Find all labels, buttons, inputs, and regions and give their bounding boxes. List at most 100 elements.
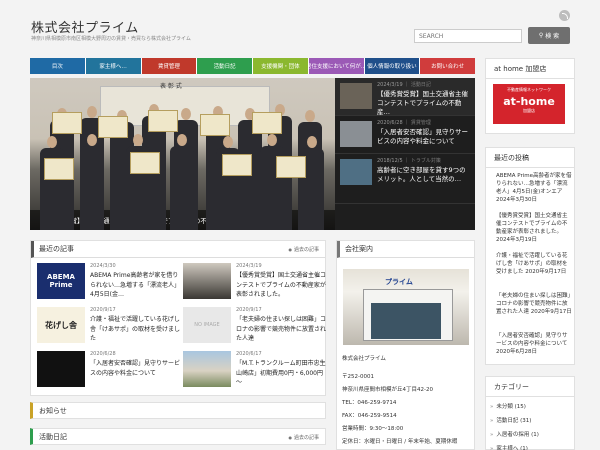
- athome-heading: at home 加盟店: [486, 59, 574, 79]
- rss-icon[interactable]: [559, 10, 570, 21]
- category-item[interactable]: 活動日記 (31): [490, 416, 531, 424]
- company-tel: TEL：046-259-9714: [342, 400, 397, 406]
- slide-date: 2020/6/28: [377, 120, 403, 126]
- slide-list-item[interactable]: 2018/12/5 ｜ トラブル対策 高齢者に空き部屋を貸す9つのメリット。人とし…: [335, 154, 475, 204]
- person-head: [267, 134, 277, 146]
- person: [80, 146, 104, 230]
- nav-item[interactable]: 家主様へ…: [85, 58, 142, 74]
- post-item[interactable]: NO IMAGE 2020/9/17 「老夫婦の住まい探しは困難」コロナの影響で競売…: [183, 307, 329, 349]
- company-heading: 会社案内: [337, 241, 474, 258]
- category-item[interactable]: 家主様へ (1): [490, 444, 528, 450]
- site-title[interactable]: 株式会社プライム: [31, 17, 139, 36]
- sidebar-post[interactable]: 【優秀賞受賞】国土交通省主催コンテストでプライムの不動産家が表彰されました。 2…: [496, 212, 572, 248]
- person-head: [47, 136, 57, 148]
- diary-more-link[interactable]: 過去の記事: [288, 434, 319, 441]
- nav-item[interactable]: お問い合わせ: [420, 58, 475, 74]
- company-address: 神奈川県座間市相模が丘4丁目42-20: [342, 387, 433, 393]
- slide-thumb: [340, 83, 372, 109]
- certificate: [130, 152, 160, 174]
- certificate: [252, 112, 282, 134]
- post-title[interactable]: 「老夫婦の住まい探しは困難」コロナの影響で競売物件に放置された人達: [236, 315, 328, 344]
- slide-date: 2024/3/19: [377, 82, 403, 88]
- post-item[interactable]: 2024/3/19 【優秀賞受賞】国土交通省主催コンテストでプライムの不動産家が表…: [183, 263, 329, 305]
- person-head: [307, 136, 317, 148]
- category-heading: カテゴリー: [486, 377, 574, 397]
- post-item[interactable]: 2020/6/17 「M.T.トランクルーム町田市忠生山崎店」初期費用0円・6,0…: [183, 351, 329, 393]
- global-nav: 目次 家主様へ… 賃貸管理 活動日記 支援機関・団体 居住支援において何が… 個人情報の取り…: [30, 58, 475, 74]
- slide-category: 賃貸管理: [410, 120, 431, 126]
- recent-posts-heading: 最近の投稿: [486, 148, 574, 168]
- post-title[interactable]: 介護・福祉で活躍している花げし舎「けあサポ」の取材を受けました: [90, 315, 182, 344]
- post-thumbnail[interactable]: [37, 351, 85, 387]
- recent-more-link[interactable]: 過去の記事: [288, 246, 319, 253]
- recent-articles-panel: 最近の記事 過去の記事 ABEMA Prime2024/3/30ABEMA Pr…: [30, 240, 326, 396]
- athome-panel: at home 加盟店 不動産情報ネットワーク at-home 加盟店: [485, 58, 575, 134]
- slide-date: 2018/12/5: [377, 158, 403, 164]
- athome-banner-sub: 加盟店: [523, 108, 535, 113]
- person-head: [87, 134, 97, 146]
- slide-list: 2024/3/19 ｜ 活動日記 【優秀賞受賞】国土交通省主催コンテストでプライム…: [335, 78, 475, 230]
- post-thumbnail[interactable]: [183, 263, 231, 299]
- slide-list-item[interactable]: 2020/6/28 ｜ 賃貸管理 「入居者安否確認」見守りサービスの内容や料金につ…: [335, 116, 475, 154]
- sidebar-post[interactable]: 「老夫婦の住まい探しは困難」コロナの影響で競売物件に放置された人達 2020年9…: [496, 292, 572, 328]
- certificate: [276, 156, 306, 178]
- nav-item[interactable]: 居住支援において何が…: [308, 58, 365, 74]
- site-tagline: 神奈川県相模原市南区相模大野周辺の賃貸・売買なら株式会社プライム: [31, 36, 191, 42]
- category-item[interactable]: 入居者の採用 (1): [490, 430, 539, 438]
- sidebar-post[interactable]: 介護・福祉で活躍している花げし舎「けあサポ」の取材を受けました 2020年9月1…: [496, 252, 572, 288]
- post-title[interactable]: 「M.T.トランクルーム町田市忠生山崎店」初期費用0円・6,000円～: [236, 359, 328, 388]
- award-banner-title: 表 彰 式: [160, 83, 182, 90]
- person-head: [181, 108, 191, 120]
- nav-item[interactable]: 賃貸管理: [141, 58, 198, 74]
- post-date: 2024/3/30: [90, 263, 116, 269]
- search-input[interactable]: [414, 29, 522, 43]
- slide-list-item[interactable]: 2024/3/19 ｜ 活動日記 【優秀賞受賞】国土交通省主催コンテストでプライム…: [335, 78, 475, 116]
- category-item[interactable]: 未分類 (15): [490, 402, 526, 410]
- certificate: [52, 112, 82, 134]
- certificate: [98, 116, 128, 138]
- certificate: [148, 110, 178, 132]
- nav-item[interactable]: 個人情報の取り扱い: [364, 58, 421, 74]
- post-thumbnail[interactable]: [183, 351, 231, 387]
- post-item[interactable]: 花げし舎 2020/9/17 介護・福祉で活躍している花げし舎「けあサポ」の取材を受…: [37, 307, 183, 349]
- athome-logo: at-home: [503, 95, 555, 108]
- slide-meta: 2024/3/19 ｜ 活動日記: [377, 82, 431, 88]
- news-heading: お知らせ: [30, 402, 326, 419]
- post-date: 2020/6/28: [90, 351, 116, 357]
- person-head: [223, 136, 233, 148]
- sidebar-post[interactable]: ABEMA Prime高齢者が家を借りられない…急増する「漂流老人」4月5日(金…: [496, 172, 572, 208]
- slide-meta: 2018/12/5 ｜ トラブル対策: [377, 158, 441, 164]
- slide-category: トラブル対策: [410, 158, 441, 164]
- slide-photo[interactable]: 表 彰 式 【優秀賞受賞】国土交通省主催コンテストでプライムの不動産家が表彰され…: [30, 78, 335, 230]
- slide-title: 「入居者安否確認」見守りサービスの内容や料金について: [377, 128, 468, 145]
- store-sign: プライム: [385, 278, 413, 286]
- slide-thumb: [340, 159, 372, 185]
- post-thumbnail[interactable]: 花げし舎: [37, 307, 85, 343]
- company-fax: FAX：046-259-9514: [342, 413, 397, 419]
- company-holiday: 定休日：水曜日・日曜日 / 年末年始、夏期休暇: [342, 439, 458, 445]
- certificate: [44, 158, 74, 180]
- post-item[interactable]: ABEMA Prime 2024/3/30 ABEMA Prime高齢者が家を借りら…: [37, 263, 183, 305]
- person-head: [87, 106, 97, 118]
- sidebar-post[interactable]: 「入居者安否確認」見守りサービスの内容や料金について 2020年6月28日: [496, 332, 572, 368]
- post-title[interactable]: 【優秀賞受賞】国土交通省主催コンテストでプライムの不動産家が表彰されました。: [236, 271, 328, 300]
- search-button[interactable]: ⚲ 検 索: [528, 27, 570, 44]
- post-date: 2020/6/17: [236, 351, 262, 357]
- company-photo: プライム: [343, 269, 469, 345]
- post-item[interactable]: 2020/6/28 「入居者安否確認」見守りサービスの内容や料金について: [37, 351, 183, 393]
- post-thumbnail[interactable]: NO IMAGE: [183, 307, 231, 343]
- post-date: 2024/3/19: [236, 263, 262, 269]
- nav-item[interactable]: 支援機関・団体: [253, 58, 309, 74]
- person-head: [305, 110, 315, 122]
- nav-item[interactable]: 活動日記: [197, 58, 253, 74]
- nav-item[interactable]: 目次: [30, 58, 86, 74]
- post-thumbnail[interactable]: ABEMA Prime: [37, 263, 85, 299]
- athome-banner[interactable]: 不動産情報ネットワーク at-home 加盟店: [493, 84, 565, 124]
- person: [170, 146, 194, 230]
- post-date: 2020/9/17: [236, 307, 262, 313]
- slide-thumb: [340, 121, 372, 147]
- post-title[interactable]: 「入居者安否確認」見守りサービスの内容や料金について: [90, 359, 182, 378]
- certificate: [222, 154, 252, 176]
- post-title[interactable]: ABEMA Prime高齢者が家を借りられない…急増する「漂流老人」4月5日(金…: [90, 271, 182, 300]
- featured-slider[interactable]: 表 彰 式 【優秀賞受賞】国土交通省主催コンテストでプライムの不動産家が表彰され…: [30, 78, 475, 230]
